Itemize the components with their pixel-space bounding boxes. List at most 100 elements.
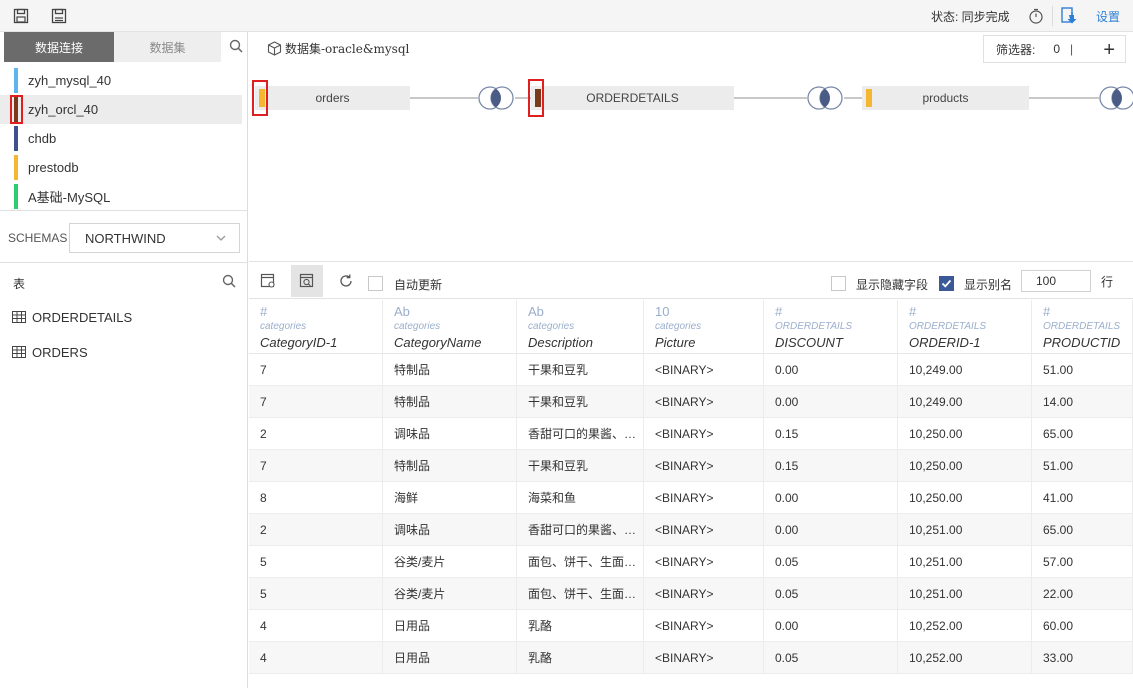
table-cell: <BINARY> (644, 386, 764, 418)
sync-download-icon[interactable] (1060, 7, 1078, 25)
table-row: 2 调味品 香甜可口的果酱、… <BINARY> 0.15 10,250.00 65.00 (249, 418, 1133, 450)
table-cell: 51.00 (1032, 354, 1133, 386)
column-name: CategoryName (394, 335, 482, 350)
add-filter-button[interactable]: + (1103, 39, 1115, 62)
table-cell: 0.00 (764, 386, 898, 418)
auto-update-checkbox[interactable] (368, 276, 383, 291)
table-cell: 41.00 (1032, 482, 1133, 514)
tab-data-connections[interactable]: 数据连接 (4, 32, 114, 62)
column-type-icon: Ab (528, 304, 544, 319)
save-icon[interactable] (12, 7, 30, 25)
table-cell: 4 (249, 610, 383, 642)
table-cell: 65.00 (1032, 514, 1133, 546)
table-cell: 22.00 (1032, 578, 1133, 610)
field-settings-icon[interactable] (252, 265, 284, 297)
dataset-title-text: 数据集-oracle&mysql (285, 42, 410, 56)
table-row: 4 日用品 乳酪 <BINARY> 0.05 10,252.00 33.00 (249, 642, 1133, 674)
table-cell: 面包、饼干、生面… (517, 578, 644, 610)
divider (0, 210, 248, 211)
node-label: products (922, 91, 969, 105)
settings-link[interactable]: 设置 (1096, 8, 1120, 25)
row-count-input[interactable]: 100 (1021, 270, 1091, 292)
join-venn-icon[interactable] (806, 85, 844, 111)
left-panel: 数据连接 数据集 zyh_mysql_40 zyh_orcl_40 chdb p… (0, 32, 248, 688)
table-cell: 调味品 (383, 514, 517, 546)
highlight-box (252, 80, 268, 116)
table-row: 7 特制品 干果和豆乳 <BINARY> 0.00 10,249.00 51.00 (249, 354, 1133, 386)
table-cell: 乳酪 (517, 610, 644, 642)
table-icon (12, 311, 26, 323)
column-name: ORDERID-1 (909, 335, 981, 350)
table-cell: 10,251.00 (898, 578, 1032, 610)
toolbar-divider (1052, 6, 1053, 26)
column-source: categories (528, 321, 575, 332)
table-cell: 10,250.00 (898, 418, 1032, 450)
schema-select[interactable]: NORTHWIND (69, 223, 240, 253)
show-alias-checkbox[interactable] (939, 276, 954, 291)
join-venn-icon[interactable] (477, 85, 515, 111)
table-cell: 10,252.00 (898, 642, 1032, 674)
table-cell: 10,251.00 (898, 546, 1032, 578)
node-color-bar (866, 89, 872, 107)
column-header[interactable]: Ab categories Description (517, 300, 644, 354)
column-source: categories (260, 321, 307, 332)
join-link (734, 97, 807, 99)
table-cell: 调味品 (383, 418, 517, 450)
connection-item[interactable]: zyh_mysql_40 (0, 66, 248, 95)
table-cell: 特制品 (383, 386, 517, 418)
connection-item[interactable]: prestodb (0, 153, 248, 182)
row-count-value: 100 (1036, 274, 1057, 288)
filter-separator: | (1070, 42, 1074, 56)
table-cell: 10,252.00 (898, 610, 1032, 642)
join-venn-icon[interactable] (1098, 85, 1133, 111)
column-source: ORDERDETAILS (909, 321, 987, 332)
connection-color-bar (14, 184, 18, 209)
table-item-orderdetails[interactable]: ORDERDETAILS (12, 307, 132, 327)
connection-item[interactable]: chdb (0, 124, 248, 153)
table-item-orders[interactable]: ORDERS (12, 342, 88, 362)
table-row: 4 日用品 乳酪 <BINARY> 0.00 10,252.00 60.00 (249, 610, 1133, 642)
auto-update-label: 自动更新 (394, 278, 443, 292)
chevron-down-icon (215, 232, 227, 247)
highlight-box (528, 79, 544, 117)
table-cell: 特制品 (383, 450, 517, 482)
table-cell: <BINARY> (644, 482, 764, 514)
schema-value: NORTHWIND (85, 230, 166, 246)
column-source: categories (394, 321, 441, 332)
history-icon[interactable] (1027, 7, 1045, 25)
table-row: 7 特制品 干果和豆乳 <BINARY> 0.00 10,249.00 14.00 (249, 386, 1133, 418)
connection-item-selected[interactable]: zyh_orcl_40 (0, 95, 242, 124)
connection-item[interactable]: A基础-MySQL (0, 182, 248, 211)
table-cell: 特制品 (383, 354, 517, 386)
dataset-title: 数据集-oracle&mysql (267, 40, 409, 57)
connection-color-bar (14, 68, 18, 93)
column-header[interactable]: # ORDERDETAILS DISCOUNT (764, 300, 898, 354)
save-as-icon[interactable] (50, 7, 68, 25)
column-type-icon: # (1043, 304, 1051, 319)
refresh-icon[interactable] (330, 265, 362, 297)
filter-count: 0 (1053, 42, 1061, 56)
preview-data-icon[interactable] (291, 265, 323, 297)
table-cell: 8 (249, 482, 383, 514)
column-header[interactable]: Ab categories CategoryName (383, 300, 517, 354)
tab-datasets[interactable]: 数据集 (114, 32, 221, 62)
table-node-products[interactable]: products (862, 86, 1029, 110)
table-cell: 57.00 (1032, 546, 1133, 578)
column-source: categories (655, 321, 702, 332)
column-type-icon: # (909, 304, 917, 319)
sync-status: 状态: 同步完成 (931, 10, 1010, 24)
column-header[interactable]: # categories CategoryID-1 (249, 300, 383, 354)
table-node-orders[interactable]: orders (255, 86, 410, 110)
column-header[interactable]: 10 categories Picture (644, 300, 764, 354)
search-icon[interactable] (229, 39, 243, 56)
column-header[interactable]: # ORDERDETAILS ORDERID-1 (898, 300, 1032, 354)
join-canvas: 数据集-oracle&mysql 筛选器: 0 | + orders ORDER… (249, 32, 1133, 262)
column-header[interactable]: # ORDERDETAILS PRODUCTID (1032, 300, 1133, 354)
row-count-unit: 行 (1101, 275, 1114, 289)
table-node-orderdetails[interactable]: ORDERDETAILS (531, 86, 734, 110)
table-cell: 7 (249, 386, 383, 418)
table-cell: 0.05 (764, 642, 898, 674)
show-hidden-fields-checkbox[interactable] (831, 276, 846, 291)
table-cell: 2 (249, 418, 383, 450)
table-search-icon[interactable] (222, 274, 236, 291)
